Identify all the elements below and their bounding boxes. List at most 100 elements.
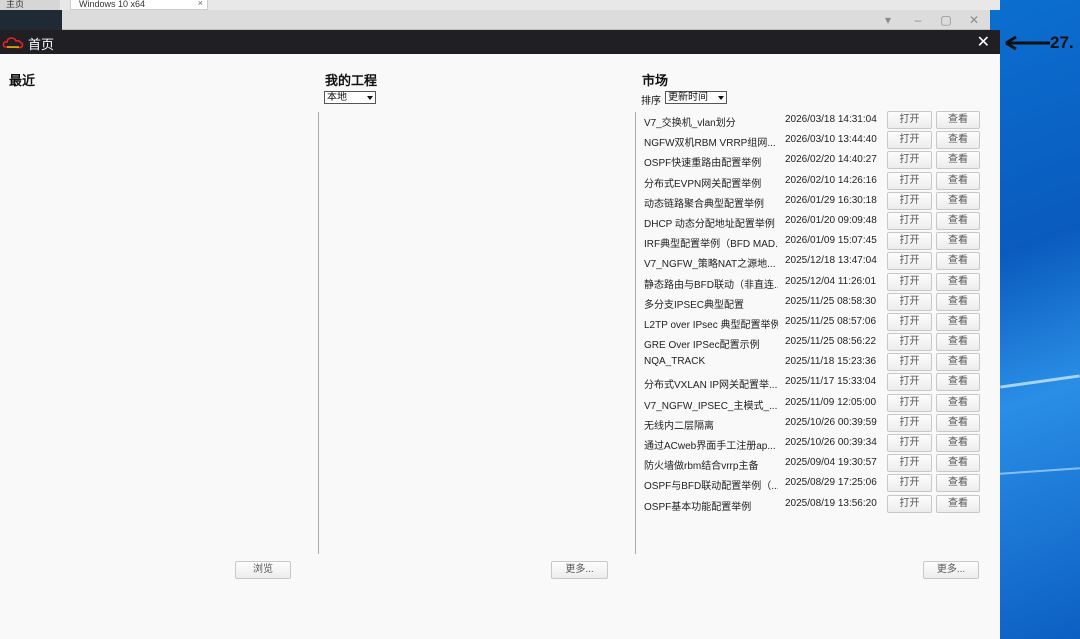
view-button[interactable]: 查看 [936,151,980,170]
market-item-name[interactable]: 分布式VXLAN IP网关配置举... [644,376,778,391]
market-item-date: 2025/10/26 00:39:59 [785,416,877,428]
market-item-name[interactable]: V7_交换机_vlan划分 [644,114,778,129]
view-button[interactable]: 查看 [936,494,980,513]
market-item-name[interactable]: OSPF快速重路由配置举例 [644,154,778,169]
annotation-label: 27. [1050,33,1074,52]
view-button[interactable]: 查看 [936,434,980,452]
dropdown-icon[interactable]: ▾ [880,13,896,27]
market-item-name[interactable]: V7_NGFW_策略NAT之源地... [644,255,778,270]
market-item-name[interactable]: 无线内二层隔离 [644,417,778,432]
view-button[interactable]: 查看 [936,353,980,372]
open-button[interactable]: 打开 [887,232,932,251]
browser-tab-home[interactable]: 主页 [0,0,60,10]
maximize-icon[interactable]: ▢ [938,13,954,27]
market-item-name[interactable]: OSPF与BFD联动配置举例（... [644,477,778,492]
market-item-name[interactable]: V7_NGFW_IPSEC_主模式_... [644,397,778,412]
market-row: OSPF与BFD联动配置举例（... 2025/08/29 17:25:06 打开查… [640,473,985,493]
projects-more-button[interactable]: 更多... [551,561,608,579]
view-button[interactable]: 查看 [936,312,980,331]
market-item-name[interactable]: GRE Over IPSec配置示例 [644,336,778,351]
market-title: 市场 [642,73,669,88]
arrow-left-icon [1005,35,1050,51]
open-button[interactable]: 打开 [887,494,932,513]
view-button[interactable]: 查看 [936,373,980,392]
open-button[interactable]: 打开 [887,292,932,311]
open-button[interactable]: 打开 [887,434,932,452]
open-button[interactable]: 打开 [887,211,932,230]
sort-label: 排序 [641,96,661,107]
open-button[interactable]: 打开 [887,252,932,271]
app-titlebar: 首页 ✕ [0,30,1000,54]
market-item-name[interactable]: DHCP 动态分配地址配置举例 [644,215,778,230]
open-button[interactable]: 打开 [887,413,932,432]
open-button[interactable]: 打开 [887,272,932,291]
recent-title: 最近 [9,73,36,88]
open-button[interactable]: 打开 [887,373,932,392]
market-row: V7_交换机_vlan划分 2026/03/18 14:31:04 打开 查看 [640,110,985,130]
view-button[interactable]: 查看 [936,474,980,493]
market-row: OSPF快速重路由配置举例 2026/02/20 14:40:27 打开 查看 [640,150,985,170]
open-button[interactable]: 打开 [887,333,932,352]
market-item-name[interactable]: 静态路由与BFD联动（非直连... [644,276,778,291]
view-button[interactable]: 查看 [936,111,980,129]
market-item-date: 2025/11/17 15:33:04 [785,376,877,388]
market-item-name[interactable]: 多分支IPSEC典型配置 [644,296,778,311]
market-row: 动态链路聚合典型配置举例 2026/01/29 16:30:18 打开 查看 [640,191,985,211]
close-icon[interactable]: ✕ [966,13,982,27]
market-item-date: 2026/01/20 09:09:48 [785,214,877,226]
open-button[interactable]: 打开 [887,131,932,150]
projects-title: 我的工程 [325,73,378,88]
minimize-icon[interactable]: – [910,13,926,27]
sort-select[interactable]: 更新时间 [665,91,727,104]
market-more-button[interactable]: 更多... [923,561,979,579]
market-row: 分布式EVPN网关配置举例 2026/02/10 14:26:16 打开 查看 [640,171,985,191]
market-item-name[interactable]: 通过ACweb界面手工注册ap... [644,437,778,452]
open-button[interactable]: 打开 [887,151,932,170]
market-list: V7_交换机_vlan划分 2026/03/18 14:31:04 打开 查看 NGFW… [640,110,985,514]
browser-tab-label: 主页 [6,0,25,9]
open-button[interactable]: 打开 [887,393,932,412]
view-button[interactable]: 查看 [936,171,980,190]
market-row: 防火墙做rbm结合vrrp主备 2025/09/04 19:30:57 打开 查看 [640,453,985,473]
view-button[interactable]: 查看 [936,211,980,230]
market-item-name[interactable]: 动态链路聚合典型配置举例 [644,195,778,210]
market-item-name[interactable]: OSPF基本功能配置举例 [644,498,778,513]
close-icon[interactable]: ✕ [977,32,990,52]
market-item-name[interactable]: NGFW双机RBM VRRP组网... [644,134,778,149]
open-button[interactable]: 打开 [887,474,932,493]
view-button[interactable]: 查看 [936,252,980,271]
divider [318,112,319,554]
view-button[interactable]: 查看 [936,131,980,150]
view-button[interactable]: 查看 [936,413,980,432]
market-item-date: 2026/03/10 13:44:40 [785,134,877,146]
open-button[interactable]: 打开 [887,111,932,129]
view-button[interactable]: 查看 [936,292,980,311]
desktop-light-streak [1000,467,1080,475]
host-window-bar: ▾ – ▢ ✕ [0,10,990,30]
close-icon[interactable]: × [198,0,203,8]
view-button[interactable]: 查看 [936,272,980,291]
view-button[interactable]: 查看 [936,232,980,251]
open-button[interactable]: 打开 [887,191,932,210]
market-item-date: 2025/10/26 00:39:34 [785,437,877,448]
view-button[interactable]: 查看 [936,333,980,352]
market-item-name[interactable]: IRF典型配置举例（BFD MAD... [644,235,778,250]
browse-button[interactable]: 浏览 [235,561,291,579]
view-button[interactable]: 查看 [936,454,980,473]
market-item-name[interactable]: L2TP over IPsec 典型配置举例 [644,316,778,331]
view-button[interactable]: 查看 [936,191,980,210]
market-item-date: 2025/09/04 19:30:57 [785,457,877,469]
location-select-value: 本地 [327,92,347,103]
divider [635,112,636,554]
home-content: 最近 浏览 我的工程 本地 更多... 市场 排序 更新时间 V7_交换机_vl… [0,54,1000,639]
market-item-name[interactable]: NQA_TRACK [644,356,778,367]
market-item-name[interactable]: 分布式EVPN网关配置举例 [644,175,778,190]
open-button[interactable]: 打开 [887,171,932,190]
open-button[interactable]: 打开 [887,353,932,372]
open-button[interactable]: 打开 [887,312,932,331]
market-item-name[interactable]: 防火墙做rbm结合vrrp主备 [644,457,778,472]
location-select[interactable]: 本地 [324,91,376,104]
view-button[interactable]: 查看 [936,393,980,412]
browser-tab-vm[interactable]: Windows 10 x64 × [70,0,208,10]
open-button[interactable]: 打开 [887,454,932,473]
